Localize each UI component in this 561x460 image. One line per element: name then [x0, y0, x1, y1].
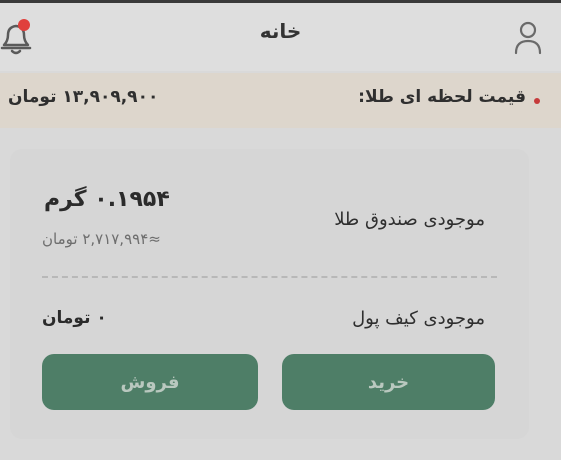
gold-price-label: قیمت لحظه ای طلا:	[358, 87, 526, 107]
profile-button[interactable]	[513, 21, 543, 55]
user-icon	[514, 21, 542, 55]
gold-price-bar: قیمت لحظه ای طلا: ۱۳,۹۰۹,۹۰۰ تومان	[0, 73, 561, 128]
gold-box-toman: ≈۲,۷۱۷,۹۹۴ تومان	[42, 230, 161, 248]
divider	[42, 276, 497, 278]
balance-card: موجودی صندوق طلا ۰.۱۹۵۴ گرم ≈۲,۷۱۷,۹۹۴ ت…	[10, 149, 529, 439]
wallet-value: ۰ تومان	[42, 308, 107, 328]
gold-box-label: موجودی صندوق طلا	[334, 209, 485, 230]
wallet-label: موجودی کیف پول	[352, 308, 485, 329]
app-header: خانه	[0, 3, 561, 71]
live-dot-icon	[534, 98, 540, 104]
buy-button[interactable]: خرید	[282, 354, 495, 410]
gold-price-value: ۱۳,۹۰۹,۹۰۰ تومان	[8, 87, 159, 107]
gold-box-grams: ۰.۱۹۵۴ گرم	[44, 187, 170, 212]
page-title: خانه	[259, 19, 302, 43]
sell-button[interactable]: فروش	[42, 354, 258, 410]
